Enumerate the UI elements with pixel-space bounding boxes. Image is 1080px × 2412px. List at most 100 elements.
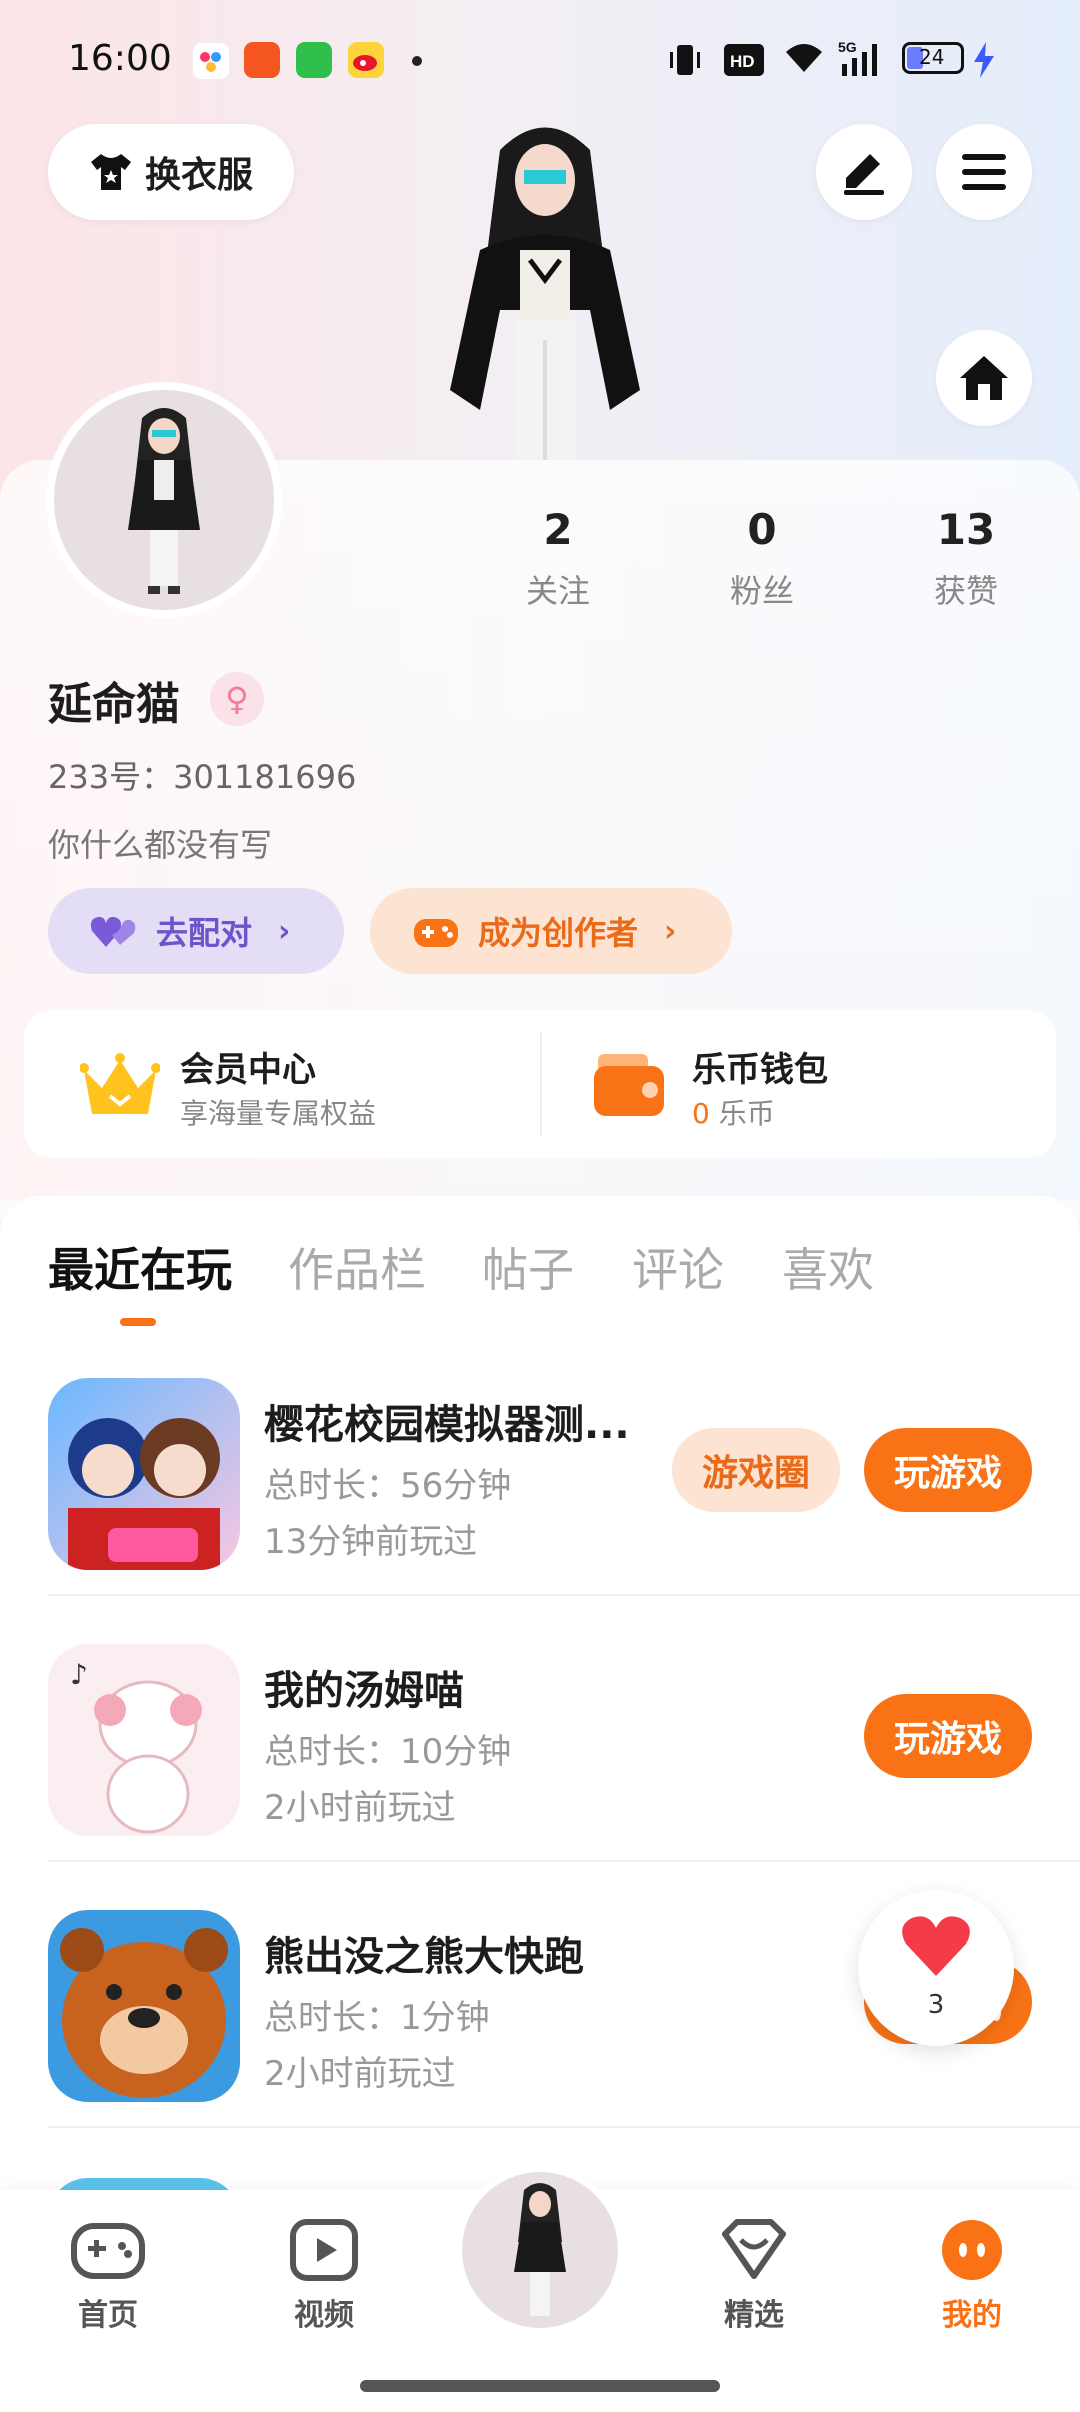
row-divider: [48, 2126, 1080, 2128]
likes-label: 获赞: [933, 572, 998, 610]
charging-icon: [974, 42, 994, 78]
game-duration: 总时长：56分钟: [264, 1466, 512, 1506]
game-title: 我的汤姆喵: [264, 1668, 464, 1714]
match-button[interactable]: 去配对 ›: [48, 888, 344, 974]
tab-posts[interactable]: 帖子: [482, 1234, 574, 1300]
active-tab-indicator: [120, 1318, 156, 1326]
home-button[interactable]: [936, 330, 1032, 426]
weibo-icon: [348, 42, 384, 78]
nav-featured-label: 精选: [724, 2298, 784, 2333]
match-label: 去配对: [156, 914, 253, 952]
list-item[interactable]: 樱花校园模拟器测... 总时长：56分钟 13分钟前玩过 游戏圈 玩游戏: [0, 1330, 1080, 1596]
video-play-icon: [290, 2219, 358, 2281]
username: 延命猫: [48, 679, 180, 730]
game-title: 熊出没之熊大快跑: [264, 1934, 584, 1980]
hearts-icon: [90, 916, 136, 947]
wallet-icon: [594, 1054, 664, 1116]
status-time: 16:00: [68, 38, 172, 79]
tab-recently-played[interactable]: 最近在玩: [48, 1234, 232, 1300]
chevron-right-icon: ›: [278, 913, 291, 949]
wallet-balance: 0 乐币: [692, 1092, 775, 1132]
app-notification-icon: [192, 42, 230, 80]
following-stat[interactable]: 2 关注: [478, 505, 638, 612]
3d-avatar-figure[interactable]: [420, 110, 670, 460]
become-creator-button[interactable]: 成为创作者 ›: [370, 888, 732, 974]
gamepad-icon: [71, 2223, 145, 2279]
wallet-amount: 0: [692, 1097, 710, 1130]
wallet-unit: 乐币: [718, 1097, 775, 1130]
following-label: 关注: [525, 572, 590, 610]
game-circle-button[interactable]: 游戏圈: [672, 1428, 840, 1512]
sakura-school-game-icon: [48, 1378, 240, 1570]
nav-video[interactable]: 视频: [254, 2218, 394, 2334]
game-last-played: 2小时前玩过: [264, 2054, 456, 2094]
bottom-navigation: 首页 视频 精选 我的: [0, 2166, 1080, 2412]
wallet-title: 乐币钱包: [692, 1050, 828, 1090]
wifi-icon: [786, 44, 822, 72]
member-center-entry[interactable]: 会员中心 享海量专属权益: [24, 1010, 540, 1158]
game-duration: 总时长：1分钟: [264, 1998, 490, 2038]
vibrate-icon: [670, 45, 700, 75]
game-title: 樱花校园模拟器测...: [264, 1402, 630, 1448]
followers-stat[interactable]: 0 粉丝: [682, 505, 842, 612]
avatar[interactable]: [54, 390, 274, 610]
list-item[interactable]: ♪ 我的汤姆喵 总时长：10分钟 2小时前玩过 玩游戏: [0, 1596, 1080, 1862]
floating-like-button[interactable]: 3: [858, 1890, 1014, 2046]
svg-text:5G: 5G: [838, 39, 857, 55]
svg-text:♪: ♪: [70, 1658, 88, 1691]
boonie-bears-game-icon: [48, 1910, 240, 2102]
nav-me-label: 我的: [942, 2298, 1002, 2333]
my-talking-tom-game-icon: ♪: [48, 1644, 240, 1836]
app-notification-icon: [244, 42, 280, 78]
game-duration: 总时长：10分钟: [264, 1732, 512, 1772]
bio-text: 你什么都没有写: [48, 826, 273, 864]
change-outfit-label: 换衣服: [144, 155, 253, 196]
center-avatar-button[interactable]: [456, 2166, 624, 2334]
profile-face-icon: [942, 2220, 1002, 2280]
game-last-played: 2小时前玩过: [264, 1788, 456, 1828]
likes-stat[interactable]: 13 获赞: [886, 505, 1046, 612]
vip-wallet-card: 会员中心 享海量专属权益 乐币钱包 0 乐币: [24, 1010, 1056, 1158]
more-notifications-dot: [412, 56, 422, 66]
wallet-entry[interactable]: 乐币钱包 0 乐币: [542, 1010, 1056, 1158]
nav-home[interactable]: 首页: [38, 2218, 178, 2334]
tab-comments[interactable]: 评论: [632, 1234, 724, 1300]
nav-video-label: 视频: [294, 2298, 354, 2333]
tab-works[interactable]: 作品栏: [288, 1234, 426, 1300]
app-notification-icon: [296, 42, 332, 78]
battery-icon: 24: [902, 42, 964, 74]
edit-profile-button[interactable]: [816, 124, 912, 220]
game-last-played: 13分钟前玩过: [264, 1522, 478, 1562]
change-outfit-button[interactable]: 换衣服: [48, 124, 294, 220]
heart-icon: [902, 1916, 970, 1976]
play-game-button[interactable]: 玩游戏: [864, 1694, 1032, 1778]
member-center-subtitle: 享海量专属权益: [180, 1097, 377, 1130]
become-creator-label: 成为创作者: [478, 914, 639, 952]
home-indicator[interactable]: [360, 2380, 720, 2392]
battery-level: 24: [919, 45, 945, 69]
likes-count: 13: [936, 505, 996, 554]
menu-button[interactable]: [936, 124, 1032, 220]
play-game-button[interactable]: 玩游戏: [864, 1428, 1032, 1512]
chevron-right-icon: ›: [664, 913, 677, 949]
nav-featured[interactable]: 精选: [684, 2218, 824, 2334]
member-center-title: 会员中心: [180, 1050, 316, 1090]
tab-likes[interactable]: 喜欢: [782, 1234, 874, 1300]
cellular-signal-icon: 5G: [838, 39, 877, 76]
followers-label: 粉丝: [729, 572, 794, 610]
crown-icon: [80, 1053, 160, 1114]
content-tabs: 最近在玩 作品栏 帖子 评论 喜欢: [0, 1196, 1080, 1331]
avatar-frame: [46, 382, 282, 618]
svg-text:HD: HD: [730, 52, 755, 71]
hamburger-menu-icon: [962, 154, 1006, 190]
nav-home-label: 首页: [78, 2298, 138, 2333]
hd-icon: HD: [724, 44, 764, 76]
user-id: 233号：301181696: [48, 758, 357, 796]
house-icon: [960, 356, 1008, 400]
nav-me[interactable]: 我的: [902, 2218, 1042, 2334]
tshirt-icon: [90, 154, 131, 190]
recently-played-list: 樱花校园模拟器测... 总时长：56分钟 13分钟前玩过 游戏圈 玩游戏 ♪ 我…: [0, 1330, 1080, 2218]
status-bar: 16:00 HD 5G 24: [0, 0, 1080, 120]
pencil-icon: [844, 154, 884, 195]
followers-count: 0: [747, 505, 777, 554]
